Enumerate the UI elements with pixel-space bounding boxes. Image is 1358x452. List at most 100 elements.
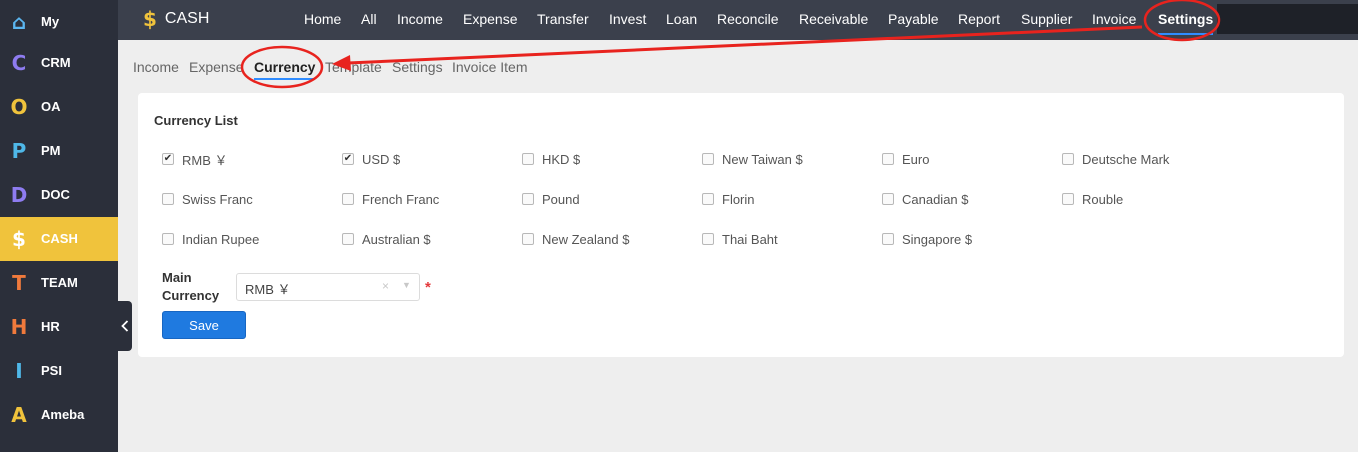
- checkbox-box[interactable]: [162, 233, 174, 245]
- nav-report[interactable]: Report: [958, 0, 1000, 40]
- nav-invest[interactable]: Invest: [609, 0, 646, 40]
- nav-expense[interactable]: Expense: [463, 0, 517, 40]
- hr-letter-icon: H: [10, 315, 28, 339]
- sidebar-item-my[interactable]: ⌂ My: [0, 0, 118, 44]
- sidebar-item-doc[interactable]: D DOC: [0, 173, 118, 217]
- currency-label: USD $: [362, 151, 401, 167]
- currency-checkbox-rmb[interactable]: ✔ RMB ￥: [162, 150, 228, 168]
- sidebar-item-oa[interactable]: O OA: [0, 85, 118, 129]
- nav-income[interactable]: Income: [397, 0, 443, 40]
- currency-checkbox-french-franc[interactable]: French Franc: [342, 190, 439, 208]
- top-navbar: $ CASH Home All Income Expense Transfer …: [118, 0, 1358, 40]
- home-icon: ⌂: [11, 10, 27, 34]
- currency-label: French Franc: [362, 191, 440, 207]
- checkbox-box[interactable]: [882, 193, 894, 205]
- currency-label: Singapore $: [902, 231, 973, 247]
- subtab-expense[interactable]: Expense: [189, 59, 243, 75]
- checkbox-box[interactable]: ✔: [342, 153, 354, 165]
- currency-checkbox-rouble[interactable]: Rouble: [1062, 190, 1123, 208]
- currency-label: New Zealand $: [542, 231, 630, 247]
- nav-transfer[interactable]: Transfer: [537, 0, 589, 40]
- sidebar-item-label: HR: [41, 319, 60, 334]
- currency-label: Euro: [902, 151, 930, 167]
- currency-label: RMB ￥: [182, 152, 228, 168]
- currency-label: Rouble: [1082, 191, 1124, 207]
- nav-settings[interactable]: Settings: [1158, 0, 1214, 40]
- currency-checkbox-new-zealand[interactable]: New Zealand $: [522, 230, 629, 248]
- sidebar-item-pm[interactable]: P PM: [0, 129, 118, 173]
- checkbox-box[interactable]: [1062, 153, 1074, 165]
- checkbox-box[interactable]: ✔: [162, 153, 174, 165]
- sidebar-collapse-toggle[interactable]: [117, 301, 132, 351]
- main-currency-value: RMB ￥: [245, 282, 291, 297]
- currency-checkbox-australian[interactable]: Australian $: [342, 230, 431, 248]
- checkbox-box[interactable]: [882, 233, 894, 245]
- subtab-income[interactable]: Income: [133, 59, 179, 75]
- currency-checkbox-indian-rupee[interactable]: Indian Rupee: [162, 230, 259, 248]
- main-currency-label: Main Currency: [162, 270, 220, 303]
- crm-letter-icon: C: [11, 51, 27, 75]
- save-button[interactable]: Save: [162, 311, 246, 339]
- subtab-settings[interactable]: Settings: [392, 59, 443, 75]
- caret-down-icon[interactable]: ▼: [402, 280, 411, 290]
- currency-label: Australian $: [362, 231, 431, 247]
- sidebar-item-team[interactable]: T TEAM: [0, 261, 118, 305]
- checkbox-box[interactable]: [702, 193, 714, 205]
- sidebar-item-label: OA: [41, 99, 61, 114]
- checkbox-box[interactable]: [342, 193, 354, 205]
- checkbox-box[interactable]: [342, 233, 354, 245]
- checkbox-box[interactable]: [1062, 193, 1074, 205]
- currency-checkbox-singapore[interactable]: Singapore $: [882, 230, 972, 248]
- currency-checkbox-canadian[interactable]: Canadian $: [882, 190, 969, 208]
- currency-checkbox-new-taiwan[interactable]: New Taiwan $: [702, 150, 803, 168]
- main-currency-select[interactable]: RMB ￥ × ▼: [236, 273, 420, 301]
- brand-name: CASH: [164, 10, 210, 27]
- checkbox-box[interactable]: [522, 233, 534, 245]
- nav-supplier[interactable]: Supplier: [1021, 0, 1072, 40]
- currency-list-title: Currency List: [154, 113, 238, 128]
- currency-checkbox-pound[interactable]: Pound: [522, 190, 580, 208]
- clear-icon[interactable]: ×: [382, 279, 389, 293]
- sidebar-item-label: Ameba: [41, 407, 85, 422]
- chevron-left-icon: [120, 320, 128, 332]
- currency-checkbox-thai-baht[interactable]: Thai Baht: [702, 230, 778, 248]
- nav-loan[interactable]: Loan: [666, 0, 697, 40]
- checkbox-box[interactable]: [162, 193, 174, 205]
- sidebar-item-label: DOC: [41, 187, 70, 202]
- subtab-template[interactable]: Template: [325, 59, 382, 75]
- checkbox-box[interactable]: [882, 153, 894, 165]
- nav-reconcile[interactable]: Reconcile: [717, 0, 778, 40]
- currency-label: Pound: [542, 191, 580, 207]
- subtab-invoice-item[interactable]: Invoice Item: [452, 59, 527, 75]
- nav-payable[interactable]: Payable: [888, 0, 939, 40]
- checkbox-box[interactable]: [522, 153, 534, 165]
- checkbox-box[interactable]: [702, 233, 714, 245]
- nav-all[interactable]: All: [361, 0, 377, 40]
- nav-receivable[interactable]: Receivable: [799, 0, 868, 40]
- sidebar-item-cash[interactable]: $ CASH: [0, 217, 118, 261]
- nav-invoice[interactable]: Invoice: [1092, 0, 1136, 40]
- currency-label: HKD $: [542, 151, 581, 167]
- nav-home[interactable]: Home: [304, 0, 341, 40]
- currency-label: Florin: [722, 191, 755, 207]
- team-letter-icon: T: [12, 271, 26, 295]
- sidebar-item-crm[interactable]: C CRM: [0, 41, 118, 85]
- currency-checkbox-deutsche-mark[interactable]: Deutsche Mark: [1062, 150, 1169, 168]
- sidebar-item-ameba[interactable]: A Ameba: [0, 393, 118, 437]
- currency-checkbox-usd[interactable]: ✔ USD $: [342, 150, 400, 168]
- currency-checkbox-euro[interactable]: Euro: [882, 150, 929, 168]
- sidebar-item-psi[interactable]: I PSI: [0, 349, 118, 393]
- subtab-currency[interactable]: Currency: [254, 59, 316, 80]
- required-marker: *: [425, 279, 431, 296]
- pm-letter-icon: P: [11, 139, 27, 163]
- currency-checkbox-florin[interactable]: Florin: [702, 190, 755, 208]
- dollar-icon: $: [143, 7, 157, 31]
- currency-label: Canadian $: [902, 191, 969, 207]
- oa-ring-icon: O: [10, 95, 28, 119]
- checkbox-box[interactable]: [522, 193, 534, 205]
- sidebar-item-label: My: [41, 14, 60, 29]
- sidebar-item-hr[interactable]: H HR: [0, 305, 118, 349]
- checkbox-box[interactable]: [702, 153, 714, 165]
- currency-checkbox-hkd[interactable]: HKD $: [522, 150, 580, 168]
- currency-checkbox-swiss-franc[interactable]: Swiss Franc: [162, 190, 253, 208]
